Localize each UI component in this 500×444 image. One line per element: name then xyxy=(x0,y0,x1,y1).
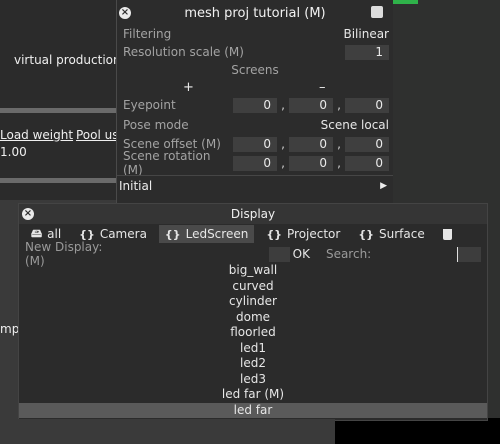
display-list: big_wall curved cylinder dome floorled l… xyxy=(19,263,487,418)
list-item[interactable]: big_wall xyxy=(19,263,487,279)
left-slider[interactable] xyxy=(0,108,116,113)
braces-icon: {} xyxy=(164,227,181,241)
filtering-select[interactable]: Bilinear xyxy=(343,27,389,41)
display-window-title: Display xyxy=(230,207,276,221)
tab-label: LedScreen xyxy=(185,227,249,241)
list-item[interactable]: curved xyxy=(19,279,487,295)
pose-mode-label: Pose mode xyxy=(123,118,189,132)
delete-button[interactable] xyxy=(437,225,458,243)
close-icon[interactable]: × xyxy=(119,7,131,19)
eyepoint-row: Eyepoint 0 , 0 , 0 xyxy=(123,96,389,114)
list-item[interactable]: led far (M) xyxy=(19,387,487,403)
separator: , xyxy=(337,137,341,151)
scene-rotation-label: Scene rotation (M) xyxy=(123,149,211,177)
scene-rotation-row: Scene rotation (M) 0 , 0 , 0 xyxy=(123,149,389,177)
remove-screen-button[interactable]: – xyxy=(319,80,326,95)
initial-section-header[interactable]: Initial ▶ xyxy=(119,177,387,195)
divider xyxy=(117,175,393,176)
tab-label: Camera xyxy=(99,227,147,241)
background-dark-area xyxy=(335,418,500,444)
resolution-input[interactable]: 1 xyxy=(345,44,389,60)
new-document-icon[interactable] xyxy=(371,6,383,18)
tab-label: Surface xyxy=(379,227,425,241)
filtering-label: Filtering xyxy=(123,27,172,41)
search-label: Search: xyxy=(325,247,372,261)
add-screen-button[interactable]: + xyxy=(183,80,194,95)
mesh-proj-window: × mesh proj tutorial (M) Filtering Bilin… xyxy=(116,0,393,204)
list-item[interactable]: led3 xyxy=(19,372,487,388)
list-item[interactable]: led2 xyxy=(19,356,487,372)
list-item[interactable]: led1 xyxy=(19,341,487,357)
eyepoint-x-input[interactable]: 0 xyxy=(233,97,277,113)
braces-icon: {} xyxy=(79,227,95,241)
resolution-label: Resolution scale (M) xyxy=(123,45,244,59)
ok-button[interactable]: OK xyxy=(293,247,310,261)
eyepoint-z-input[interactable]: 0 xyxy=(345,97,389,113)
close-icon[interactable]: × xyxy=(22,208,34,220)
display-window-titlebar[interactable]: × Display xyxy=(19,204,487,224)
separator: , xyxy=(337,156,341,170)
trash-icon xyxy=(442,228,452,240)
tab-label: Projector xyxy=(287,227,341,241)
list-item[interactable]: floorled xyxy=(19,325,487,341)
list-item[interactable]: dome xyxy=(19,310,487,326)
display-window: × Display 🖴 all {} Camera {} LedScreen {… xyxy=(18,203,488,421)
scene-rotation-x-input[interactable]: 0 xyxy=(233,155,277,171)
background-panel xyxy=(0,0,118,200)
new-display-input[interactable] xyxy=(268,246,290,262)
left-truncated-label: mp xyxy=(0,322,20,336)
pool-us-header[interactable]: Pool us xyxy=(76,128,119,142)
tab-projector[interactable]: {} Projector xyxy=(260,225,346,243)
new-display-row: New Display: (M) OK Search: xyxy=(25,240,481,268)
load-weight-value: 1.00 xyxy=(0,145,27,159)
tab-ledscreen[interactable]: {} LedScreen xyxy=(158,225,255,243)
mesh-window-titlebar[interactable]: × mesh proj tutorial (M) xyxy=(117,0,393,26)
screens-label: Screens xyxy=(231,63,279,77)
tab-label: all xyxy=(47,227,62,241)
initial-label: Initial xyxy=(119,179,153,193)
separator: , xyxy=(337,98,341,112)
separator: , xyxy=(281,137,285,151)
scene-offset-y-input[interactable]: 0 xyxy=(289,136,333,152)
eyepoint-y-input[interactable]: 0 xyxy=(289,97,333,113)
filtering-row: Filtering Bilinear xyxy=(123,25,389,43)
resolution-row: Resolution scale (M) 1 xyxy=(123,43,389,61)
scene-offset-x-input[interactable]: 0 xyxy=(233,136,277,152)
background-strip xyxy=(0,419,335,444)
scene-offset-z-input[interactable]: 0 xyxy=(345,136,389,152)
pose-mode-select[interactable]: Scene local xyxy=(321,118,389,132)
tab-surface[interactable]: {} Surface xyxy=(352,225,430,243)
scene-rotation-z-input[interactable]: 0 xyxy=(345,155,389,171)
left-scrollbar[interactable] xyxy=(0,178,116,183)
braces-icon: {} xyxy=(266,227,282,241)
chevron-right-icon: ▶ xyxy=(380,181,387,191)
search-input[interactable] xyxy=(457,246,481,262)
list-item-selected[interactable]: led far xyxy=(19,402,487,418)
scene-rotation-y-input[interactable]: 0 xyxy=(289,155,333,171)
load-weight-header[interactable]: Load weight xyxy=(0,128,73,142)
braces-icon: {} xyxy=(358,227,375,241)
separator: , xyxy=(281,156,285,170)
mesh-window-title: mesh proj tutorial (M) xyxy=(184,5,326,21)
eyepoint-label: Eyepoint xyxy=(123,98,176,112)
list-item[interactable]: cylinder xyxy=(19,294,487,310)
separator: , xyxy=(281,98,285,112)
pose-mode-row: Pose mode Scene local xyxy=(123,116,389,134)
virtual-production-label: virtual production xyxy=(14,53,121,67)
